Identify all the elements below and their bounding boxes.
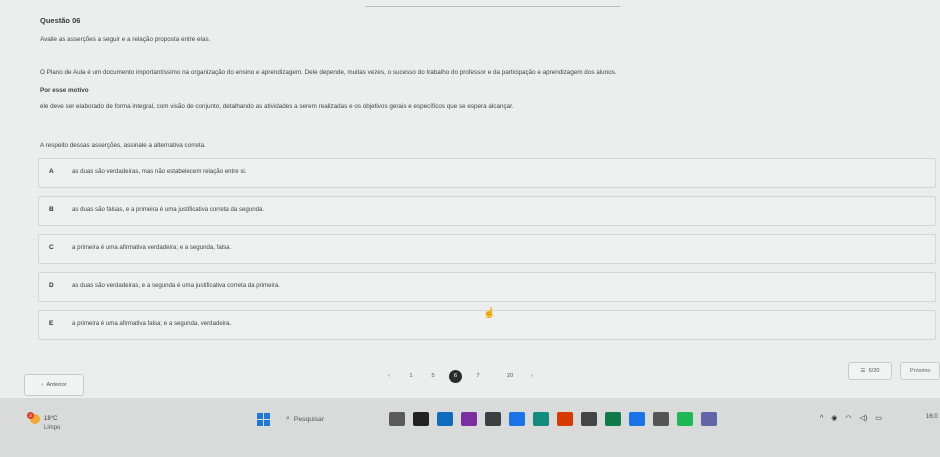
option-b[interactable]: B as duas são falsas, e a primeira é uma… [38, 196, 936, 226]
option-d[interactable]: D as duas são verdadeiras, e a segunda é… [38, 272, 936, 302]
question-pager: ‹ 1 5 6 7 20 › [378, 369, 543, 383]
assertion-two: ele deve ser elaborado de forma integral… [40, 103, 514, 110]
question-prompt: A respeito dessas asserções, assinale a … [40, 142, 206, 149]
page-7[interactable]: 7 [467, 373, 489, 379]
taskbar-app-icon[interactable] [605, 412, 621, 426]
exam-page: Questão 06 Avalie as asserções a seguir … [0, 0, 940, 398]
assertion-connector: Por esse motivo [40, 87, 89, 94]
chevron-left-icon: ‹ [41, 382, 44, 388]
taskbar-app-icon[interactable] [629, 412, 645, 426]
weather-condition: Limpo [44, 425, 61, 431]
question-instruction: Avalie as asserções a seguir e a relação… [40, 36, 211, 43]
taskbar-app-icon[interactable] [461, 412, 477, 426]
question-title: Questão 06 [40, 16, 81, 25]
page-1[interactable]: 1 [400, 373, 422, 379]
page-5[interactable]: 5 [422, 373, 444, 379]
chevron-up-icon[interactable]: ^ [820, 415, 823, 422]
taskbar-app-icon[interactable] [389, 412, 405, 426]
weather-temperature: 18°C [44, 416, 58, 422]
option-letter: D [49, 282, 54, 289]
option-c[interactable]: C a primeira é uma afirmativa verdadeira… [38, 234, 936, 264]
previous-button[interactable]: ‹ Anterior [24, 374, 84, 396]
page-20[interactable]: 20 [499, 373, 521, 379]
battery-icon[interactable]: ▭ [875, 414, 882, 422]
option-letter: E [49, 320, 54, 327]
system-clock[interactable]: 16:0 [926, 414, 938, 420]
option-letter: A [49, 168, 54, 175]
volume-icon[interactable]: ◁) [860, 414, 868, 422]
list-icon: ☰ [860, 368, 866, 374]
top-divider [365, 6, 620, 7]
taskbar-app-icon[interactable] [533, 412, 549, 426]
option-text: as duas são falsas, e a primeira é uma j… [72, 206, 265, 213]
taskbar-app-icon[interactable] [485, 412, 501, 426]
taskbar-app-icon[interactable] [653, 412, 669, 426]
windows-start-icon[interactable] [257, 413, 270, 426]
taskbar-app-icon[interactable] [509, 412, 525, 426]
page-6-active[interactable]: 6 [449, 369, 462, 383]
question-counter[interactable]: ☰ 6/20 [848, 362, 892, 380]
option-text: a primeira é uma afirmativa falsa; e a s… [72, 320, 232, 327]
network-icon[interactable]: ◉ [831, 414, 837, 422]
option-letter: C [49, 244, 54, 251]
pager-next-button[interactable]: › [521, 373, 543, 379]
option-text: a primeira é uma afirmativa verdadeira; … [72, 244, 232, 251]
taskbar-app-icon[interactable] [677, 412, 693, 426]
wifi-icon[interactable]: ◠ [845, 414, 851, 422]
taskbar-app-icon[interactable] [557, 412, 573, 426]
assertion-one: O Plano de Aula é um documento important… [40, 69, 617, 76]
notification-badge: 2 [27, 412, 34, 419]
taskbar-search[interactable]: ⌕ Pesquisar [286, 412, 324, 426]
pager-prev-button[interactable]: ‹ [378, 373, 400, 379]
taskbar-app-icon[interactable] [581, 412, 597, 426]
option-letter: B [49, 206, 54, 213]
next-label: Próximo [910, 368, 931, 374]
taskbar-apps [389, 409, 717, 429]
next-button[interactable]: Próximo [900, 362, 940, 380]
taskbar-app-icon[interactable] [701, 412, 717, 426]
hand-cursor-icon: ☝ [483, 308, 496, 319]
taskbar-app-icon[interactable] [413, 412, 429, 426]
previous-label: Anterior [46, 382, 67, 388]
windows-taskbar: 2 18°C Limpo ⌕ Pesquisar ^ ◉ ◠ ◁) ▭ 16:0 [0, 398, 940, 457]
search-icon: ⌕ [286, 415, 290, 422]
counter-label: 6/20 [868, 368, 880, 374]
search-placeholder: Pesquisar [293, 415, 325, 423]
option-a[interactable]: A as duas são verdadeiras, mas não estab… [38, 158, 936, 188]
option-text: as duas são verdadeiras, mas não estabel… [72, 168, 247, 175]
system-tray: ^ ◉ ◠ ◁) ▭ [820, 410, 882, 426]
option-text: as duas são verdadeiras, e a segunda é u… [72, 282, 280, 289]
taskbar-app-icon[interactable] [437, 412, 453, 426]
